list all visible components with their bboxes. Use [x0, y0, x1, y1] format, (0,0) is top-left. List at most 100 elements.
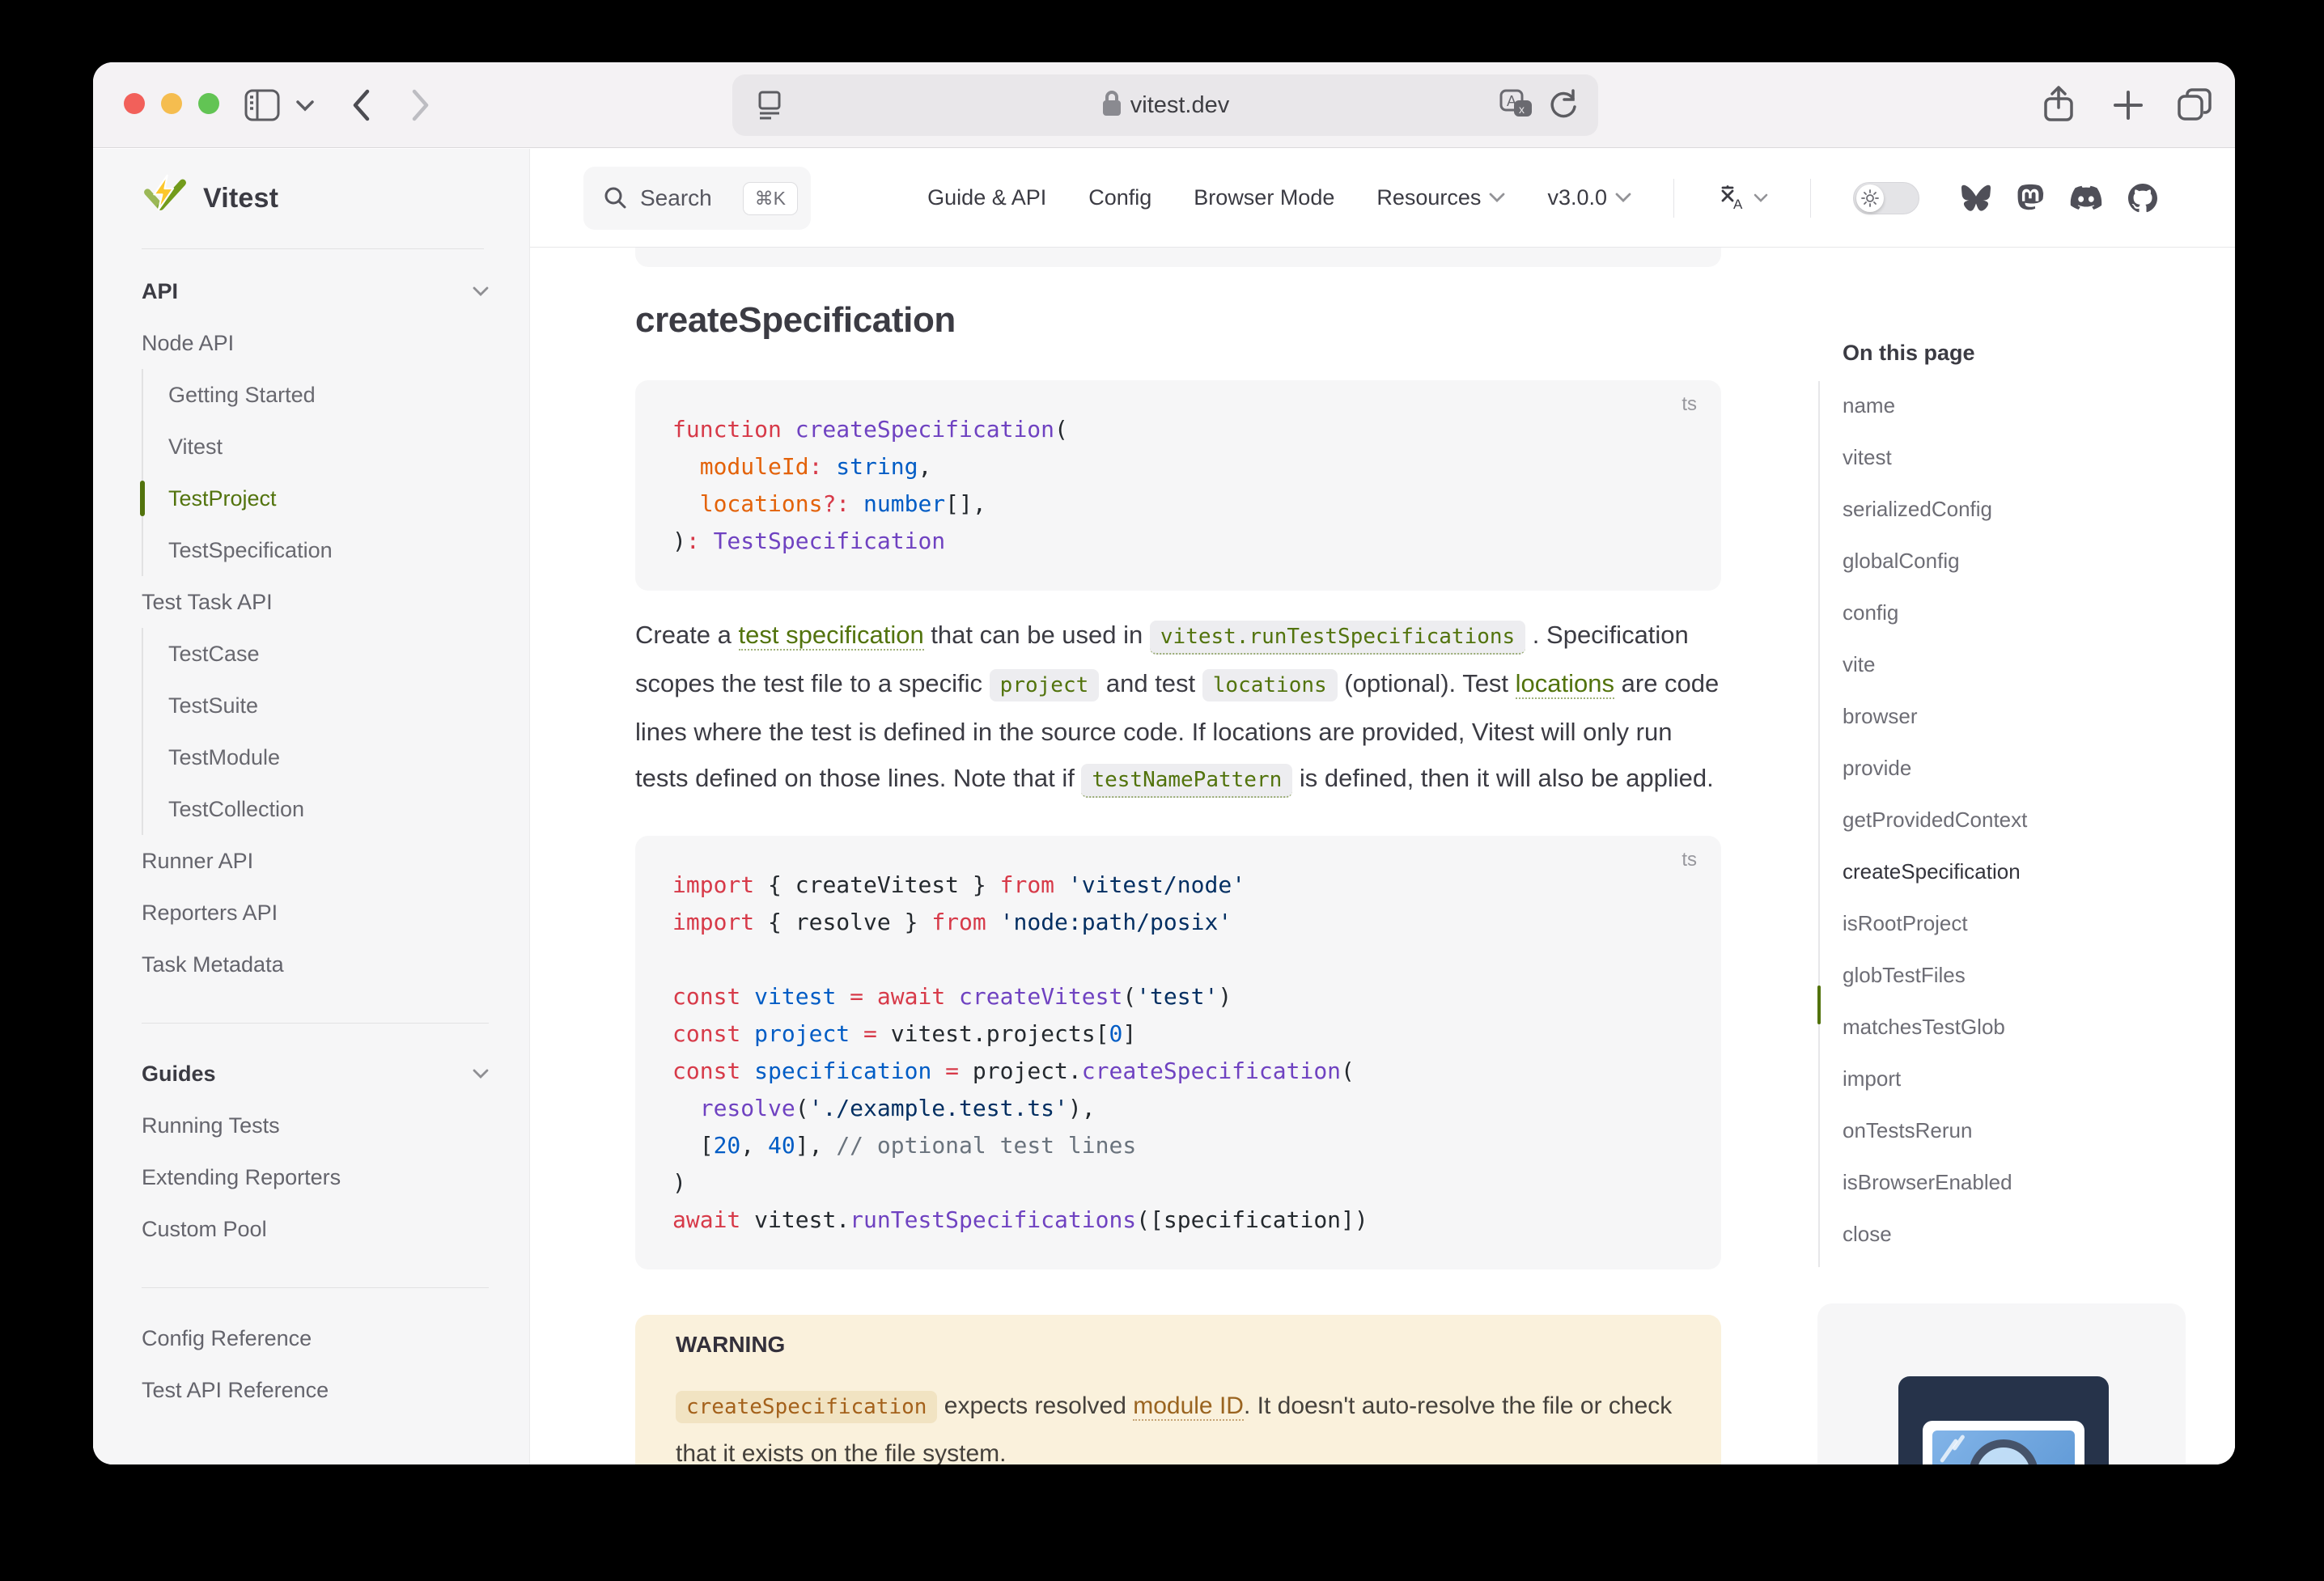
- sponsor-ad-card[interactable]: </>: [1817, 1303, 2186, 1464]
- new-tab-icon[interactable]: [2111, 88, 2145, 122]
- sidebar-item-task-metadata[interactable]: Task Metadata: [142, 939, 489, 990]
- reload-icon[interactable]: [1548, 89, 1579, 125]
- sidebar-item-config-reference[interactable]: Config Reference: [142, 1312, 489, 1364]
- toc-item-serializedconfig[interactable]: serializedConfig: [1843, 483, 2207, 535]
- language-menu[interactable]: A: [1716, 184, 1768, 212]
- nav-link-v3-0-0[interactable]: v3.0.0: [1547, 185, 1631, 210]
- text-run: (optional). Test: [1338, 669, 1516, 697]
- toc-item-name[interactable]: name: [1843, 379, 2207, 431]
- sun-icon: [1856, 184, 1884, 212]
- toc-item-createspecification[interactable]: createSpecification: [1843, 846, 2207, 897]
- inline-code: project: [990, 669, 1100, 701]
- toc-item-import[interactable]: import: [1843, 1053, 2207, 1104]
- svg-text:A: A: [1733, 197, 1743, 212]
- sidebar-item-runner-api[interactable]: Runner API: [142, 835, 489, 887]
- toc-item-globtestfiles[interactable]: globTestFiles: [1843, 949, 2207, 1001]
- reader-view-icon[interactable]: [753, 89, 786, 125]
- code-block-example: ts import { createVitest } from 'vitest/…: [635, 836, 1721, 1269]
- mastodon-icon[interactable]: [2017, 184, 2044, 213]
- toc-item-vitest[interactable]: vitest: [1843, 431, 2207, 483]
- toc-item-close[interactable]: close: [1843, 1208, 2207, 1260]
- sidebar-item-label: Runner API: [142, 849, 253, 874]
- sidebar-item-testcase[interactable]: TestCase: [168, 628, 489, 680]
- sidebar-item-vitest[interactable]: Vitest: [168, 421, 489, 473]
- inline-code-link[interactable]: vitest.runTestSpecifications: [1150, 621, 1525, 655]
- sidebar-group-label: Guides: [142, 1062, 216, 1087]
- toolbar-chevron-down-icon[interactable]: [295, 100, 315, 112]
- toc-item-getprovidedcontext[interactable]: getProvidedContext: [1843, 794, 2207, 846]
- nav-link-guide-api[interactable]: Guide & API: [927, 185, 1046, 210]
- text-run: is defined, then it will also be applied…: [1292, 764, 1713, 792]
- bluesky-icon[interactable]: [1961, 184, 1991, 211]
- forward-button[interactable]: [410, 88, 431, 122]
- toc-rail: [1818, 381, 1820, 1267]
- code-line: ): TestSpecification: [672, 523, 1684, 560]
- site-logo[interactable]: Vitest: [142, 173, 278, 224]
- sidebar-item-testmodule[interactable]: TestModule: [168, 731, 489, 783]
- tab-overview-icon[interactable]: [2176, 87, 2213, 124]
- zoom-window-button[interactable]: [198, 93, 219, 114]
- sidebar-item-testsuite[interactable]: TestSuite: [168, 680, 489, 731]
- sidebar-item-getting-started[interactable]: Getting Started: [168, 369, 489, 421]
- nav-link-config[interactable]: Config: [1088, 185, 1151, 210]
- discord-icon[interactable]: [2070, 185, 2102, 211]
- inline-code: locations: [1202, 669, 1338, 701]
- close-window-button[interactable]: [124, 93, 145, 114]
- toc-item-browser[interactable]: browser: [1843, 690, 2207, 742]
- sidebar-toggle-icon[interactable]: [244, 87, 281, 123]
- sidebar-item-test-task-api[interactable]: Test Task API: [142, 576, 489, 628]
- sidebar-item-reporters-api[interactable]: Reporters API: [142, 887, 489, 939]
- vitest-logo-icon: [142, 173, 189, 224]
- sidebar-item-testspecification[interactable]: TestSpecification: [168, 524, 489, 576]
- inline-link[interactable]: test specification: [739, 621, 924, 651]
- code-line: [672, 941, 1684, 978]
- toc-title: On this page: [1818, 338, 2207, 367]
- toc-item-isbrowserenabled[interactable]: isBrowserEnabled: [1843, 1156, 2207, 1208]
- code-language-tag: ts: [1682, 849, 1697, 871]
- code-line: function createSpecification(: [672, 411, 1684, 448]
- warning-callout: WARNING createSpecification expects reso…: [635, 1315, 1721, 1464]
- page-title: createSpecification: [635, 299, 1721, 341]
- sidebar-item-custom-pool[interactable]: Custom Pool: [142, 1203, 489, 1255]
- inline-link[interactable]: locations: [1516, 669, 1614, 699]
- svg-text:x: x: [1519, 103, 1525, 116]
- toc-item-isrootproject[interactable]: isRootProject: [1843, 897, 2207, 949]
- github-icon[interactable]: [2128, 184, 2157, 213]
- sidebar-item-extending-reporters[interactable]: Extending Reporters: [142, 1151, 489, 1203]
- search-button[interactable]: Search ⌘K: [583, 167, 811, 230]
- inline-code-link[interactable]: testNamePattern: [1081, 764, 1292, 798]
- sidebar-item-testproject[interactable]: TestProject: [168, 473, 489, 524]
- sidebar-item-running-tests[interactable]: Running Tests: [142, 1100, 489, 1151]
- sidebar-item-testcollection[interactable]: TestCollection: [168, 783, 489, 835]
- theme-toggle[interactable]: [1853, 182, 1919, 214]
- sidebar-item-node-api[interactable]: Node API: [142, 317, 489, 369]
- share-icon[interactable]: [2042, 85, 2076, 124]
- sidebar-item-test-api-reference[interactable]: Test API Reference: [142, 1364, 489, 1416]
- code-line: const specification = project.createSpec…: [672, 1053, 1684, 1090]
- nav-link-browser-mode[interactable]: Browser Mode: [1194, 185, 1334, 210]
- text-run: expects resolved: [937, 1392, 1133, 1419]
- sidebar-group-header-api[interactable]: API: [142, 265, 489, 317]
- minimize-window-button[interactable]: [161, 93, 182, 114]
- toc-item-matchestestglob[interactable]: matchesTestGlob: [1843, 1001, 2207, 1053]
- inline-code: createSpecification: [676, 1391, 937, 1423]
- sidebar-subgroup: Getting StartedVitestTestProjectTestSpec…: [142, 369, 489, 576]
- page-scroll-area[interactable]: createSpecification ts function createSp…: [530, 248, 2235, 1464]
- address-bar[interactable]: vitest.dev A x: [732, 74, 1598, 136]
- code-line: import { createVitest } from 'vitest/nod…: [672, 867, 1684, 904]
- code-line: resolve('./example.test.ts'),: [672, 1090, 1684, 1127]
- lock-icon: [1101, 90, 1122, 121]
- toc-item-vite[interactable]: vite: [1843, 638, 2207, 690]
- nav-link-resources[interactable]: Resources: [1376, 185, 1505, 210]
- inline-link[interactable]: module ID: [1133, 1392, 1244, 1421]
- toc-item-globalconfig[interactable]: globalConfig: [1843, 535, 2207, 587]
- toc-item-ontestsrerun[interactable]: onTestsRerun: [1843, 1104, 2207, 1156]
- sidebar-group-header-guides[interactable]: Guides: [142, 1048, 489, 1100]
- docs-sidebar: Vitest APINode APIGetting StartedVitestT…: [93, 149, 530, 1464]
- sidebar-item-label: Extending Reporters: [142, 1165, 341, 1190]
- toc-item-provide[interactable]: provide: [1843, 742, 2207, 794]
- sidebar-item-label: Running Tests: [142, 1113, 280, 1138]
- back-button[interactable]: [350, 88, 371, 122]
- translate-icon[interactable]: A x: [1499, 89, 1533, 125]
- toc-item-config[interactable]: config: [1843, 587, 2207, 638]
